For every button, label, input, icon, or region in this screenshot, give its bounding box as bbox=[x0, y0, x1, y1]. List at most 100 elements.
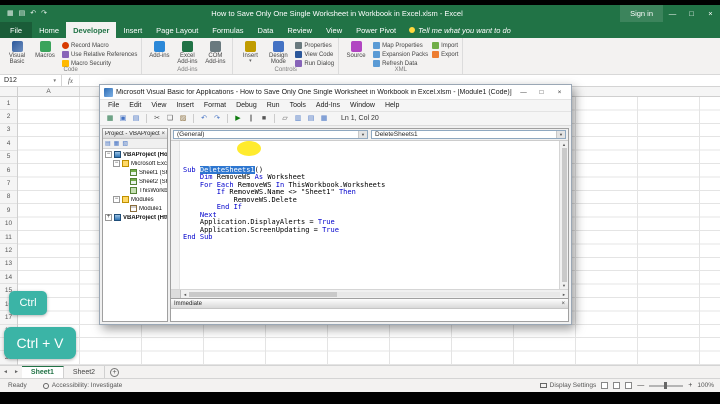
immediate-input[interactable] bbox=[171, 309, 568, 321]
vba-menu-window[interactable]: Window bbox=[345, 102, 380, 109]
undo-icon[interactable]: ↶ bbox=[30, 10, 36, 17]
tab-data[interactable]: Data bbox=[251, 22, 281, 38]
copy-icon[interactable]: ❏ bbox=[165, 114, 175, 124]
row-header-14[interactable]: 14 bbox=[0, 271, 17, 285]
hscroll-track[interactable] bbox=[188, 291, 561, 297]
tabs-scroll-left-icon[interactable]: ◄ bbox=[0, 366, 11, 378]
normal-view-icon[interactable] bbox=[601, 382, 609, 389]
procedure-dropdown[interactable]: DeleteSheets1 ▼ bbox=[371, 130, 566, 139]
row-header-10[interactable]: 10 bbox=[0, 218, 17, 231]
view-code-icon[interactable]: ▤ bbox=[105, 141, 111, 147]
tree-item-modules[interactable]: − Modules bbox=[103, 195, 167, 204]
zoom-slider[interactable] bbox=[649, 382, 684, 389]
code-vertical-scrollbar[interactable]: ▲ ▼ bbox=[559, 141, 568, 289]
row-header-8[interactable]: 8 bbox=[0, 191, 17, 205]
tree-item-sheet1-sh[interactable]: Sheet1 (Sh... bbox=[103, 168, 167, 177]
object-dropdown[interactable]: (General) ▼ bbox=[173, 130, 368, 139]
row-header-11[interactable]: 11 bbox=[0, 231, 17, 245]
ribbon-import-button[interactable]: Import bbox=[432, 42, 458, 49]
project-explorer-icon[interactable]: ▥ bbox=[293, 114, 303, 124]
zoom-percentage[interactable]: 100% bbox=[697, 382, 714, 389]
restore-icon[interactable]: □ bbox=[682, 5, 701, 22]
tab-page-layout[interactable]: Page Layout bbox=[149, 22, 205, 38]
vba-restore-icon[interactable]: □ bbox=[534, 86, 549, 98]
vba-menu-add-ins[interactable]: Add-Ins bbox=[311, 102, 345, 109]
page-break-view-icon[interactable] bbox=[625, 382, 633, 389]
scroll-down-icon[interactable]: ▼ bbox=[562, 283, 566, 288]
tab-home[interactable]: Home bbox=[32, 22, 66, 38]
run-icon[interactable]: ▶ bbox=[233, 114, 243, 124]
tab-formulas[interactable]: Formulas bbox=[205, 22, 250, 38]
tree-item-vbaproject-htt[interactable]: +VBAProject (Htt... bbox=[103, 213, 167, 222]
ribbon-macros-button[interactable]: Macros bbox=[32, 40, 58, 66]
row-header-4[interactable]: 4 bbox=[0, 137, 17, 151]
reset-icon[interactable]: ■ bbox=[259, 114, 269, 124]
redo-icon[interactable]: ↷ bbox=[41, 10, 47, 17]
zoom-in-button[interactable]: + bbox=[688, 382, 692, 389]
accessibility-status[interactable]: Accessibility: Investigate bbox=[42, 382, 122, 389]
scroll-left-icon[interactable]: ◄ bbox=[181, 292, 189, 297]
display-settings-button[interactable]: Display Settings bbox=[539, 382, 596, 389]
tree-item-microsoft-excel-objects[interactable]: −Microsoft Excel Objects bbox=[103, 159, 167, 168]
row-header-9[interactable]: 9 bbox=[0, 204, 17, 218]
vba-menu-file[interactable]: File bbox=[103, 102, 124, 109]
toggle-folders-icon[interactable]: ▧ bbox=[122, 141, 128, 147]
split-box[interactable] bbox=[171, 290, 181, 298]
ribbon-expansion-packs-button[interactable]: Expansion Packs bbox=[373, 51, 428, 58]
sheet-tab-sheet2[interactable]: Sheet2 bbox=[64, 366, 106, 378]
tab-developer[interactable]: Developer bbox=[66, 22, 117, 38]
vba-menu-run[interactable]: Run bbox=[262, 102, 285, 109]
tab-review[interactable]: Review bbox=[280, 22, 319, 38]
save-icon[interactable]: ▤ bbox=[131, 114, 141, 124]
collapse-icon[interactable]: − bbox=[113, 196, 120, 203]
column-header-a[interactable]: A bbox=[18, 87, 80, 96]
cut-icon[interactable]: ✂ bbox=[152, 114, 162, 124]
sign-in-button[interactable]: Sign in bbox=[620, 5, 663, 22]
tree-item-sheet2-she[interactable]: Sheet2 (She... bbox=[103, 177, 167, 186]
vba-menu-format[interactable]: Format bbox=[199, 102, 231, 109]
close-icon[interactable]: × bbox=[701, 5, 720, 22]
scrollbar-thumb[interactable] bbox=[561, 148, 567, 282]
ribbon-use-relative-references-button[interactable]: Use Relative References bbox=[62, 51, 137, 58]
save-icon[interactable]: ▤ bbox=[19, 10, 26, 17]
object-browser-icon[interactable]: ▦ bbox=[319, 114, 329, 124]
row-header-7[interactable]: 7 bbox=[0, 177, 17, 191]
project-explorer-close-icon[interactable]: × bbox=[161, 131, 165, 137]
vba-menu-insert[interactable]: Insert bbox=[171, 102, 199, 109]
paste-icon[interactable]: ▨ bbox=[178, 114, 188, 124]
ribbon-properties-button[interactable]: Properties bbox=[295, 42, 334, 49]
row-header-1[interactable]: 1 bbox=[0, 97, 17, 111]
code-editor[interactable]: Sub DeleteSheets1() Dim RemoveWS As Work… bbox=[180, 141, 559, 289]
select-all-corner[interactable] bbox=[0, 87, 18, 97]
immediate-close-icon[interactable]: × bbox=[561, 301, 565, 307]
ribbon-add-ins-button[interactable]: Add-ins bbox=[146, 40, 172, 66]
tab-view[interactable]: View bbox=[319, 22, 349, 38]
tell-me-box[interactable]: Tell me what you want to do bbox=[403, 22, 517, 38]
ribbon-visual-basic-button[interactable]: Visual Basic bbox=[4, 40, 30, 66]
collapse-icon[interactable]: − bbox=[113, 160, 120, 167]
view-excel-icon[interactable]: ▦ bbox=[105, 114, 115, 124]
code-horizontal-scrollbar[interactable]: ◄ ► bbox=[171, 289, 568, 298]
ribbon-export-button[interactable]: Export bbox=[432, 51, 458, 58]
redo-icon[interactable]: ↷ bbox=[212, 114, 222, 124]
minimize-icon[interactable]: — bbox=[663, 5, 682, 22]
break-icon[interactable]: ∥ bbox=[246, 114, 256, 124]
row-header-2[interactable]: 2 bbox=[0, 110, 17, 124]
name-box[interactable]: D12 ▼ bbox=[0, 75, 62, 86]
dropdown-arrow-icon[interactable]: ▼ bbox=[556, 131, 565, 138]
insert-userform-icon[interactable]: ▣ bbox=[118, 114, 128, 124]
insert-function-button[interactable]: fx bbox=[62, 75, 80, 86]
view-object-icon[interactable]: ▦ bbox=[114, 141, 120, 147]
tree-item-module1[interactable]: Module1 bbox=[103, 204, 167, 213]
collapse-icon[interactable]: − bbox=[105, 151, 112, 158]
sheet-tab-sheet1[interactable]: Sheet1 bbox=[21, 366, 64, 378]
vba-menu-edit[interactable]: Edit bbox=[124, 102, 146, 109]
ribbon-view-code-button[interactable]: View Code bbox=[295, 51, 334, 58]
zoom-out-button[interactable]: — bbox=[637, 382, 644, 389]
vba-menu-view[interactable]: View bbox=[146, 102, 171, 109]
hscroll-thumb[interactable] bbox=[188, 291, 338, 297]
ribbon-excel-add-ins-button[interactable]: Excel Add-ins bbox=[174, 40, 200, 66]
ribbon-run-dialog-button[interactable]: Run Dialog bbox=[295, 60, 334, 67]
row-header-12[interactable]: 12 bbox=[0, 244, 17, 258]
ribbon-record-macro-button[interactable]: Record Macro bbox=[62, 42, 137, 49]
